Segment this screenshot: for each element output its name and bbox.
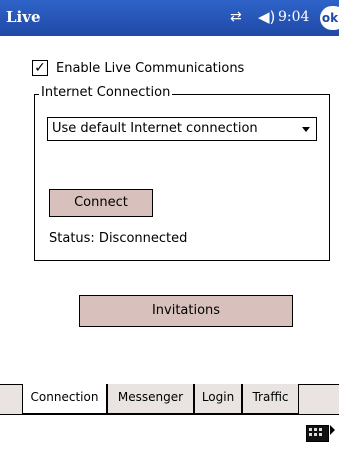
tab-connection[interactable]: Connection (22, 384, 107, 414)
chevron-down-icon[interactable] (302, 127, 310, 132)
group-label: Internet Connection (39, 85, 173, 100)
tab-login[interactable]: Login (194, 384, 242, 414)
connect-button[interactable]: Connect (49, 189, 153, 217)
input-menu-arrow-icon[interactable] (330, 425, 335, 435)
internet-connection-group: Internet Connection Use default Internet… (34, 85, 330, 261)
keyboard-icon[interactable] (306, 425, 329, 442)
connection-selected-value[interactable]: Use default Internet connection (52, 121, 258, 136)
enable-live-label[interactable]: Enable Live Communications (56, 61, 244, 76)
connectivity-icon[interactable]: ⇄ (230, 9, 242, 25)
ok-button[interactable]: ok (320, 6, 339, 30)
enable-live-checkbox[interactable]: ✓ (32, 60, 48, 76)
clock-time[interactable]: 9:04 (278, 9, 309, 25)
status-text: Status: Disconnected (49, 231, 188, 246)
speaker-icon[interactable]: ◀) (258, 8, 275, 26)
tab-messenger[interactable]: Messenger (107, 384, 194, 414)
app-title: Live (6, 8, 41, 26)
tab-traffic[interactable]: Traffic (242, 384, 299, 414)
command-bar (0, 414, 339, 450)
tab-bar: Connection Messenger Login Traffic (0, 384, 339, 414)
invitations-button[interactable]: Invitations (79, 295, 293, 327)
title-bar: Live ⇄ ◀) 9:04 ok (0, 0, 339, 36)
connection-dropdown[interactable]: Use default Internet connection (47, 117, 317, 141)
